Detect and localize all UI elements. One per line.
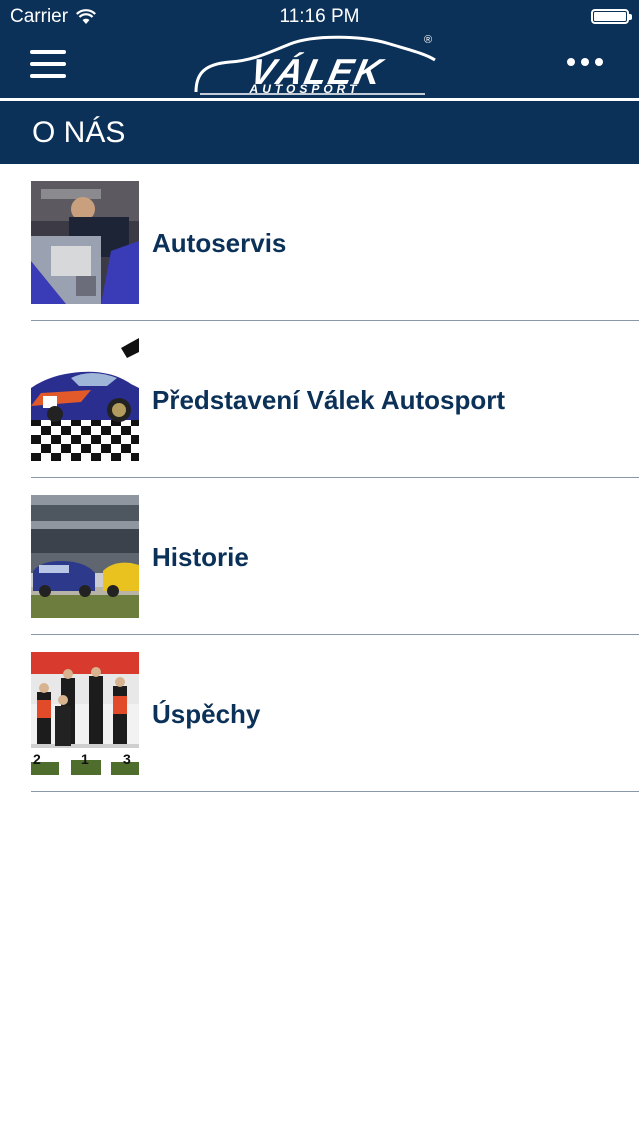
list-item-label: Historie — [152, 542, 249, 572]
header: Carrier 11:16 PM VÁLEK AUTOSPORT ® — [0, 0, 639, 98]
battery-icon — [591, 9, 632, 24]
list-item-label: Představení Válek Autosport — [152, 385, 506, 415]
app-screen: Carrier 11:16 PM VÁLEK AUTOSPORT ® O NÁS… — [0, 0, 639, 1136]
section-title: O NÁS — [32, 116, 126, 149]
list-item-historie[interactable]: Historie — [0, 478, 639, 635]
more-dots-icon[interactable] — [567, 58, 603, 66]
svg-text:1: 1 — [81, 751, 89, 767]
status-time: 11:16 PM — [279, 6, 360, 27]
list-item-uspechy[interactable]: 2 1 3 Úspěchy — [0, 635, 639, 792]
svg-text:3: 3 — [123, 751, 131, 767]
list-item-label: Autoservis — [152, 228, 287, 258]
svg-text:2: 2 — [33, 751, 41, 767]
list-item-label: Úspěchy — [152, 699, 261, 729]
status-bar: Carrier 11:16 PM — [0, 0, 639, 34]
list-item-predstaveni[interactable]: Představení Válek Autosport — [0, 321, 639, 478]
logo-subtitle: AUTOSPORT — [249, 82, 361, 96]
hamburger-menu-icon[interactable] — [30, 50, 66, 78]
mechanic-engine-thumbnail — [31, 181, 139, 304]
list-item-autoservis[interactable]: Autoservis — [0, 164, 639, 321]
section-header: O NÁS — [0, 101, 639, 164]
list-separator — [31, 791, 639, 792]
race-car-checkered-flag-thumbnail — [31, 338, 139, 461]
race-track-cars-thumbnail — [31, 495, 139, 618]
navigation-bar: VÁLEK AUTOSPORT ® — [0, 34, 639, 98]
podium-winners-thumbnail: 2 1 3 — [31, 652, 139, 775]
brand-logo[interactable]: VÁLEK AUTOSPORT ® — [190, 34, 440, 98]
registered-mark: ® — [424, 34, 433, 46]
